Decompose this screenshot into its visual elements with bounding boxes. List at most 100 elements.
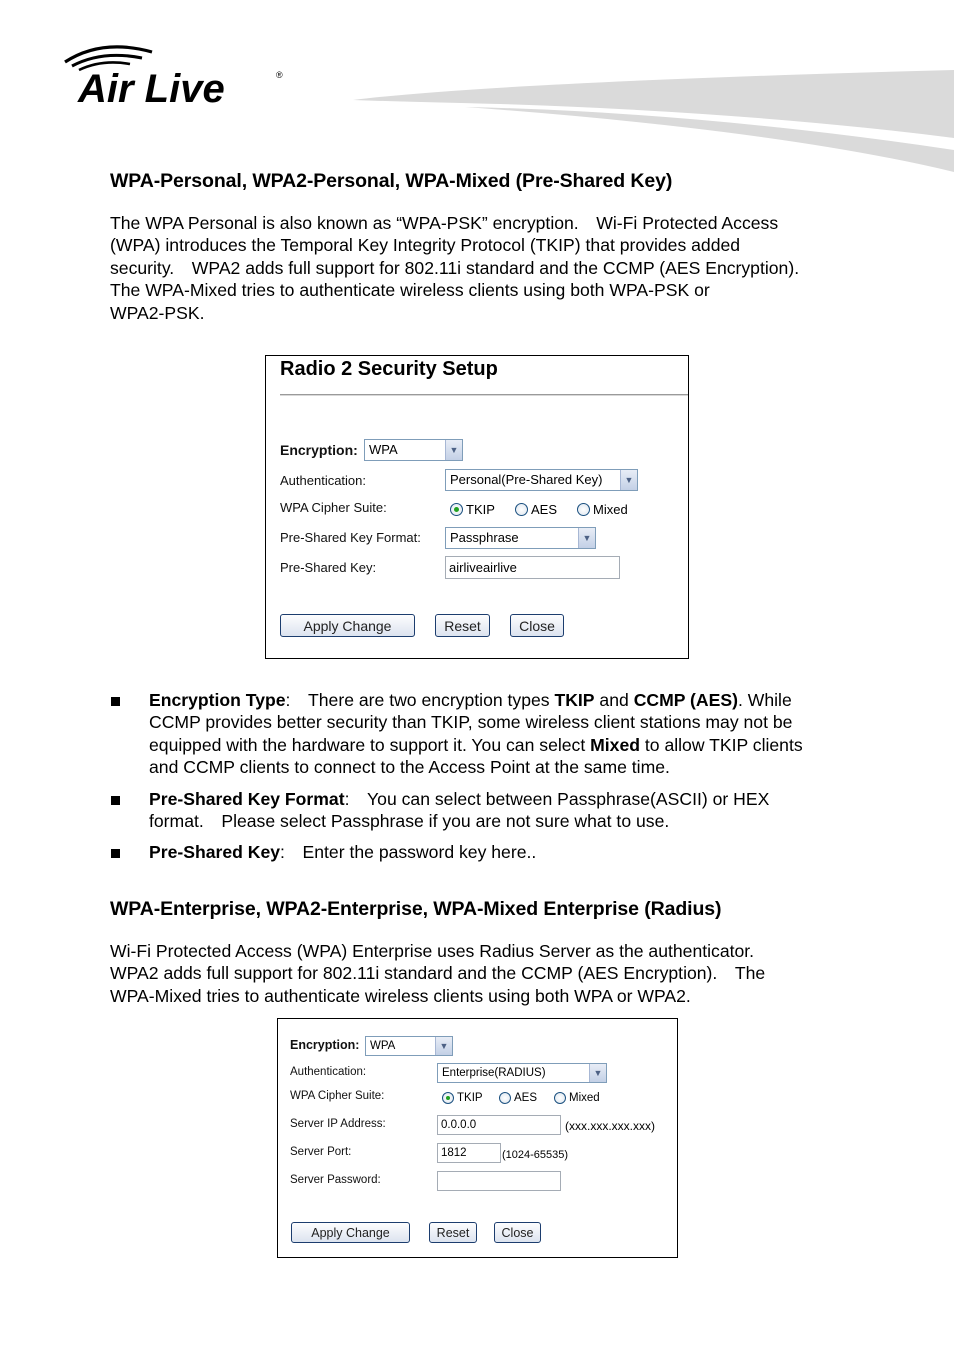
text-segment: : There are two encryption types — [285, 690, 555, 710]
text-segment: CCMP provides better security than TKIP,… — [149, 712, 793, 733]
close-button[interactable]: Close — [510, 614, 564, 637]
apply-change-button[interactable]: Apply Change — [291, 1222, 410, 1243]
bullet-psk-format: Pre-Shared Key Format: You can select be… — [110, 788, 880, 833]
bold-term: Pre-Shared Key Format — [149, 788, 345, 809]
authentication-label: Authentication: — [290, 1066, 367, 1078]
reset-button[interactable]: Reset — [429, 1222, 477, 1243]
section-paragraph-enterprise: Wi-Fi Protected Access (WPA) Enterprise … — [110, 940, 880, 1007]
authentication-select[interactable]: Enterprise(RADIUS) ▼ — [437, 1063, 607, 1083]
bullet-line: equipped with the hardware to support it… — [149, 734, 880, 756]
radio-unselected-icon[interactable] — [515, 503, 528, 516]
server-port-input[interactable] — [437, 1143, 501, 1163]
psk-format-label: Pre-Shared Key Format: — [280, 530, 421, 545]
radio-unselected-icon[interactable] — [499, 1092, 511, 1104]
bold-term: TKIP — [554, 690, 595, 710]
text-segment: : Enter the password key here.. — [280, 842, 537, 863]
server-ip-label: Server IP Address: — [290, 1118, 386, 1130]
cipher-suite-label: WPA Cipher Suite: — [280, 500, 387, 515]
section-heading-enterprise: WPA-Enterprise, WPA2-Enterprise, WPA-Mix… — [110, 898, 722, 920]
bold-term: Mixed — [590, 734, 640, 755]
psk-label: Pre-Shared Key: — [280, 560, 377, 575]
registered-mark: ® — [276, 70, 283, 80]
radio-label: AES — [514, 1092, 538, 1104]
text-segment: format. Please select Passphrase if you … — [149, 811, 670, 832]
security-setup-panel-enterprise: Encryption: WPA ▼ Authentication: Enterp… — [277, 1018, 678, 1258]
encryption-label: Encryption: — [290, 1038, 360, 1052]
radio-label: Mixed — [569, 1092, 600, 1104]
bold-term: Pre-Shared Key — [149, 842, 281, 863]
bullet-psk: Pre-Shared Key: Enter the password key h… — [110, 841, 880, 863]
authentication-select[interactable]: Personal(Pre-Shared Key) ▼ — [445, 469, 638, 491]
encryption-select-value: WPA — [370, 1040, 396, 1052]
bullet-encryption-type: Encryption Type: There are two encryptio… — [110, 689, 880, 779]
server-ip-input[interactable] — [437, 1115, 561, 1135]
server-password-input[interactable] — [437, 1171, 561, 1191]
radio-selected-icon[interactable] — [450, 503, 463, 516]
radio-unselected-icon[interactable] — [577, 503, 590, 516]
encryption-select[interactable]: WPA ▼ — [365, 1036, 453, 1056]
chevron-down-icon[interactable]: ▼ — [589, 1064, 606, 1082]
paragraph-line: The WPA Personal is also known as “WPA-P… — [110, 213, 779, 233]
psk-format-select-value: Passphrase — [450, 530, 519, 545]
radio-unselected-icon[interactable] — [554, 1092, 566, 1104]
radio-selected-icon[interactable] — [442, 1092, 454, 1104]
bullet-square-icon — [111, 849, 120, 859]
text-segment: . While — [737, 690, 792, 710]
paragraph-line: (WPA) introduces the Temporal Key Integr… — [110, 235, 741, 256]
title-divider — [280, 394, 688, 396]
paragraph-line: WPA2 adds full support for 802.11i stand… — [110, 963, 766, 984]
authentication-label: Authentication: — [280, 473, 367, 488]
reset-button[interactable]: Reset — [435, 614, 490, 637]
authentication-select-value: Enterprise(RADIUS) — [442, 1067, 546, 1079]
paragraph-line: WPA2-PSK. — [110, 302, 205, 323]
panel-title: Radio 2 Security Setup — [280, 358, 498, 380]
section-paragraph-personal: The WPA Personal is also known as “WPA-P… — [110, 212, 880, 324]
psk-format-select[interactable]: Passphrase ▼ — [445, 527, 596, 549]
chevron-down-icon[interactable]: ▼ — [620, 470, 637, 490]
bullet-line: format. Please select Passphrase if you … — [149, 810, 880, 832]
bullet-line: Encryption Type: There are two encryptio… — [149, 689, 880, 711]
chevron-down-icon[interactable]: ▼ — [435, 1037, 452, 1055]
text-segment: to allow TKIP clients — [640, 734, 803, 755]
text-segment: : You can select between Passphrase(ASCI… — [344, 788, 770, 809]
chevron-down-icon[interactable]: ▼ — [578, 528, 595, 548]
wifi-waves-icon: Air Live ® — [64, 45, 283, 111]
cipher-radio-tkip[interactable]: TKIP — [442, 1092, 483, 1104]
text-segment: equipped with the hardware to support it… — [149, 734, 591, 755]
bullet-line: Pre-Shared Key Format: You can select be… — [149, 788, 880, 810]
cipher-radio-aes[interactable]: AES — [515, 502, 557, 517]
encryption-label: Encryption: — [280, 442, 358, 458]
bullet-square-icon — [111, 795, 120, 805]
radio-label: Mixed — [593, 502, 628, 517]
security-setup-panel-personal: Radio 2 Security Setup Encryption: WPA ▼… — [265, 355, 689, 659]
cipher-radio-mixed[interactable]: Mixed — [577, 502, 628, 517]
bullet-line: and CCMP clients to connect to the Acces… — [149, 756, 880, 778]
logo-text: Air Live — [77, 67, 225, 108]
radio-label: AES — [531, 502, 558, 517]
encryption-select[interactable]: WPA ▼ — [364, 439, 463, 461]
bullet-line: Pre-Shared Key: Enter the password key h… — [149, 841, 880, 863]
cipher-suite-label: WPA Cipher Suite: — [290, 1090, 385, 1102]
paragraph-line: security. WPA2 adds full support for 802… — [110, 257, 800, 278]
close-button[interactable]: Close — [494, 1222, 541, 1243]
cipher-radio-mixed[interactable]: Mixed — [554, 1092, 600, 1104]
chevron-down-icon[interactable]: ▼ — [445, 440, 462, 460]
bold-term: Encryption Type — [149, 690, 286, 710]
bullet-square-icon — [111, 697, 120, 706]
text-segment: and CCMP clients to connect to the Acces… — [149, 757, 670, 778]
section-heading-personal: WPA-Personal, WPA2-Personal, WPA-Mixed (… — [110, 170, 673, 192]
paragraph-line: WPA-Mixed tries to authenticate wireless… — [110, 985, 691, 1006]
bullet-list: Encryption Type: There are two encryptio… — [110, 689, 880, 873]
bold-term: CCMP (AES) — [633, 690, 738, 710]
server-password-label: Server Password: — [290, 1174, 381, 1186]
radio-label: TKIP — [457, 1092, 483, 1104]
server-port-label: Server Port: — [290, 1146, 352, 1158]
psk-input[interactable] — [445, 556, 620, 579]
server-ip-hint: (xxx.xxx.xxx.xxx) — [565, 1119, 655, 1133]
server-port-hint: (1024-65535) — [502, 1149, 569, 1161]
cipher-radio-tkip[interactable]: TKIP — [450, 502, 495, 517]
airlive-logo: Air Live ® — [62, 42, 292, 111]
apply-change-button[interactable]: Apply Change — [280, 614, 415, 637]
cipher-radio-aes[interactable]: AES — [499, 1092, 537, 1104]
encryption-select-value: WPA — [369, 442, 398, 457]
